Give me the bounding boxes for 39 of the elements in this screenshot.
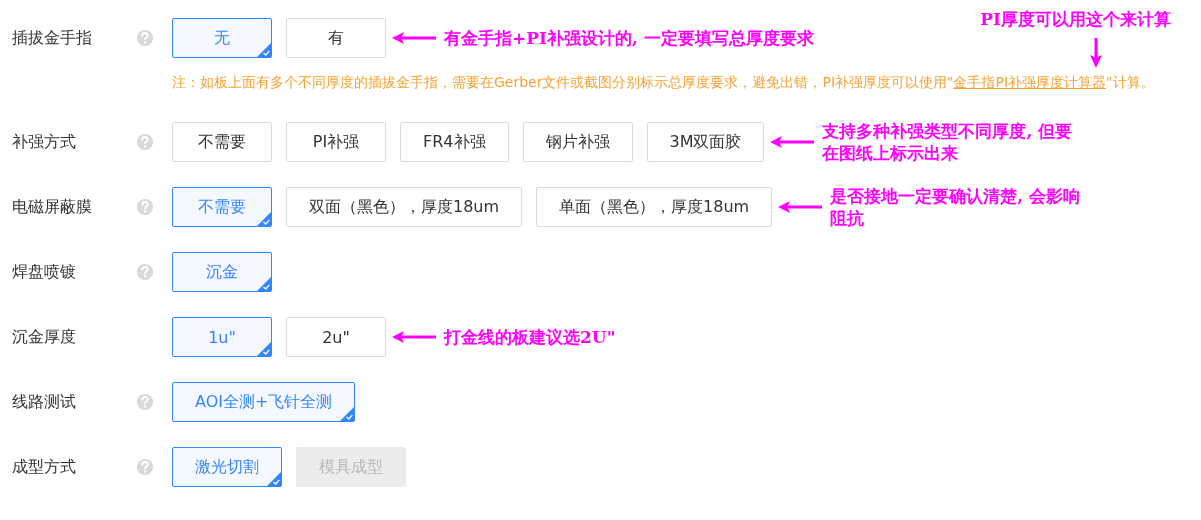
field-label: 成型方式 (11, 456, 77, 478)
option-button[interactable]: 钢片补强 (522, 122, 633, 162)
field-label: 电磁屏蔽膜 (11, 196, 93, 218)
option-button[interactable]: 不需要 (172, 122, 272, 162)
field-label: 补强方式 (11, 131, 77, 153)
checkmark-icon (257, 342, 271, 356)
annotation-text: 支持多种补强类型不同厚度, 但要 在图纸上标示出来 (822, 120, 1073, 164)
help-icon[interactable] (136, 263, 154, 281)
arrow-icon (778, 200, 823, 214)
help-icon[interactable] (136, 198, 154, 216)
field-label: 线路测试 (11, 391, 77, 413)
annotation-text: 打金线的板建议选2U" (444, 326, 616, 348)
checkmark-icon (257, 277, 271, 291)
note-text: 注：如板上面有多个不同厚度的插拔金手指，需要在Gerber文件或截图分别标示总厚度要求，避免出错，PI补强厚度可以使用"金手指PI补强厚度计算器"计算。 (172, 73, 1156, 92)
option-button[interactable]: 双面（黑色），厚度18um (286, 187, 523, 227)
field-label: 插拔金手指 (11, 27, 93, 49)
checkmark-icon (257, 43, 271, 57)
option-button[interactable]: 有 (286, 18, 386, 58)
help-icon[interactable] (136, 133, 154, 151)
help-icon[interactable] (136, 458, 154, 476)
checkmark-icon (257, 212, 271, 226)
arrow-icon (392, 330, 436, 344)
option-button[interactable]: 单面（黑色），厚度18um (536, 187, 773, 227)
field-label: 沉金厚度 (11, 326, 77, 348)
arrow-icon (770, 135, 815, 149)
option-button[interactable]: 2u" (286, 317, 386, 357)
option-button[interactable]: PI补强 (286, 122, 386, 162)
annotation-text: 有金手指+PI补强设计的, 一定要填写总厚度要求 (444, 27, 814, 49)
help-icon[interactable] (136, 393, 154, 411)
option-button[interactable]: FR4补强 (400, 122, 509, 162)
checkmark-icon (267, 472, 281, 486)
arrow-icon (1088, 38, 1103, 68)
arrow-icon (392, 31, 436, 45)
help-icon[interactable] (136, 29, 154, 47)
field-label: 焊盘喷镀 (11, 261, 77, 283)
annotation-text: 是否接地一定要确认清楚, 会影响 阻抗 (830, 185, 1081, 229)
annotation-text: PI厚度可以用这个来计算 (980, 8, 1171, 30)
checkmark-icon (340, 407, 355, 421)
option-button[interactable]: 3M双面胶 (646, 122, 765, 162)
